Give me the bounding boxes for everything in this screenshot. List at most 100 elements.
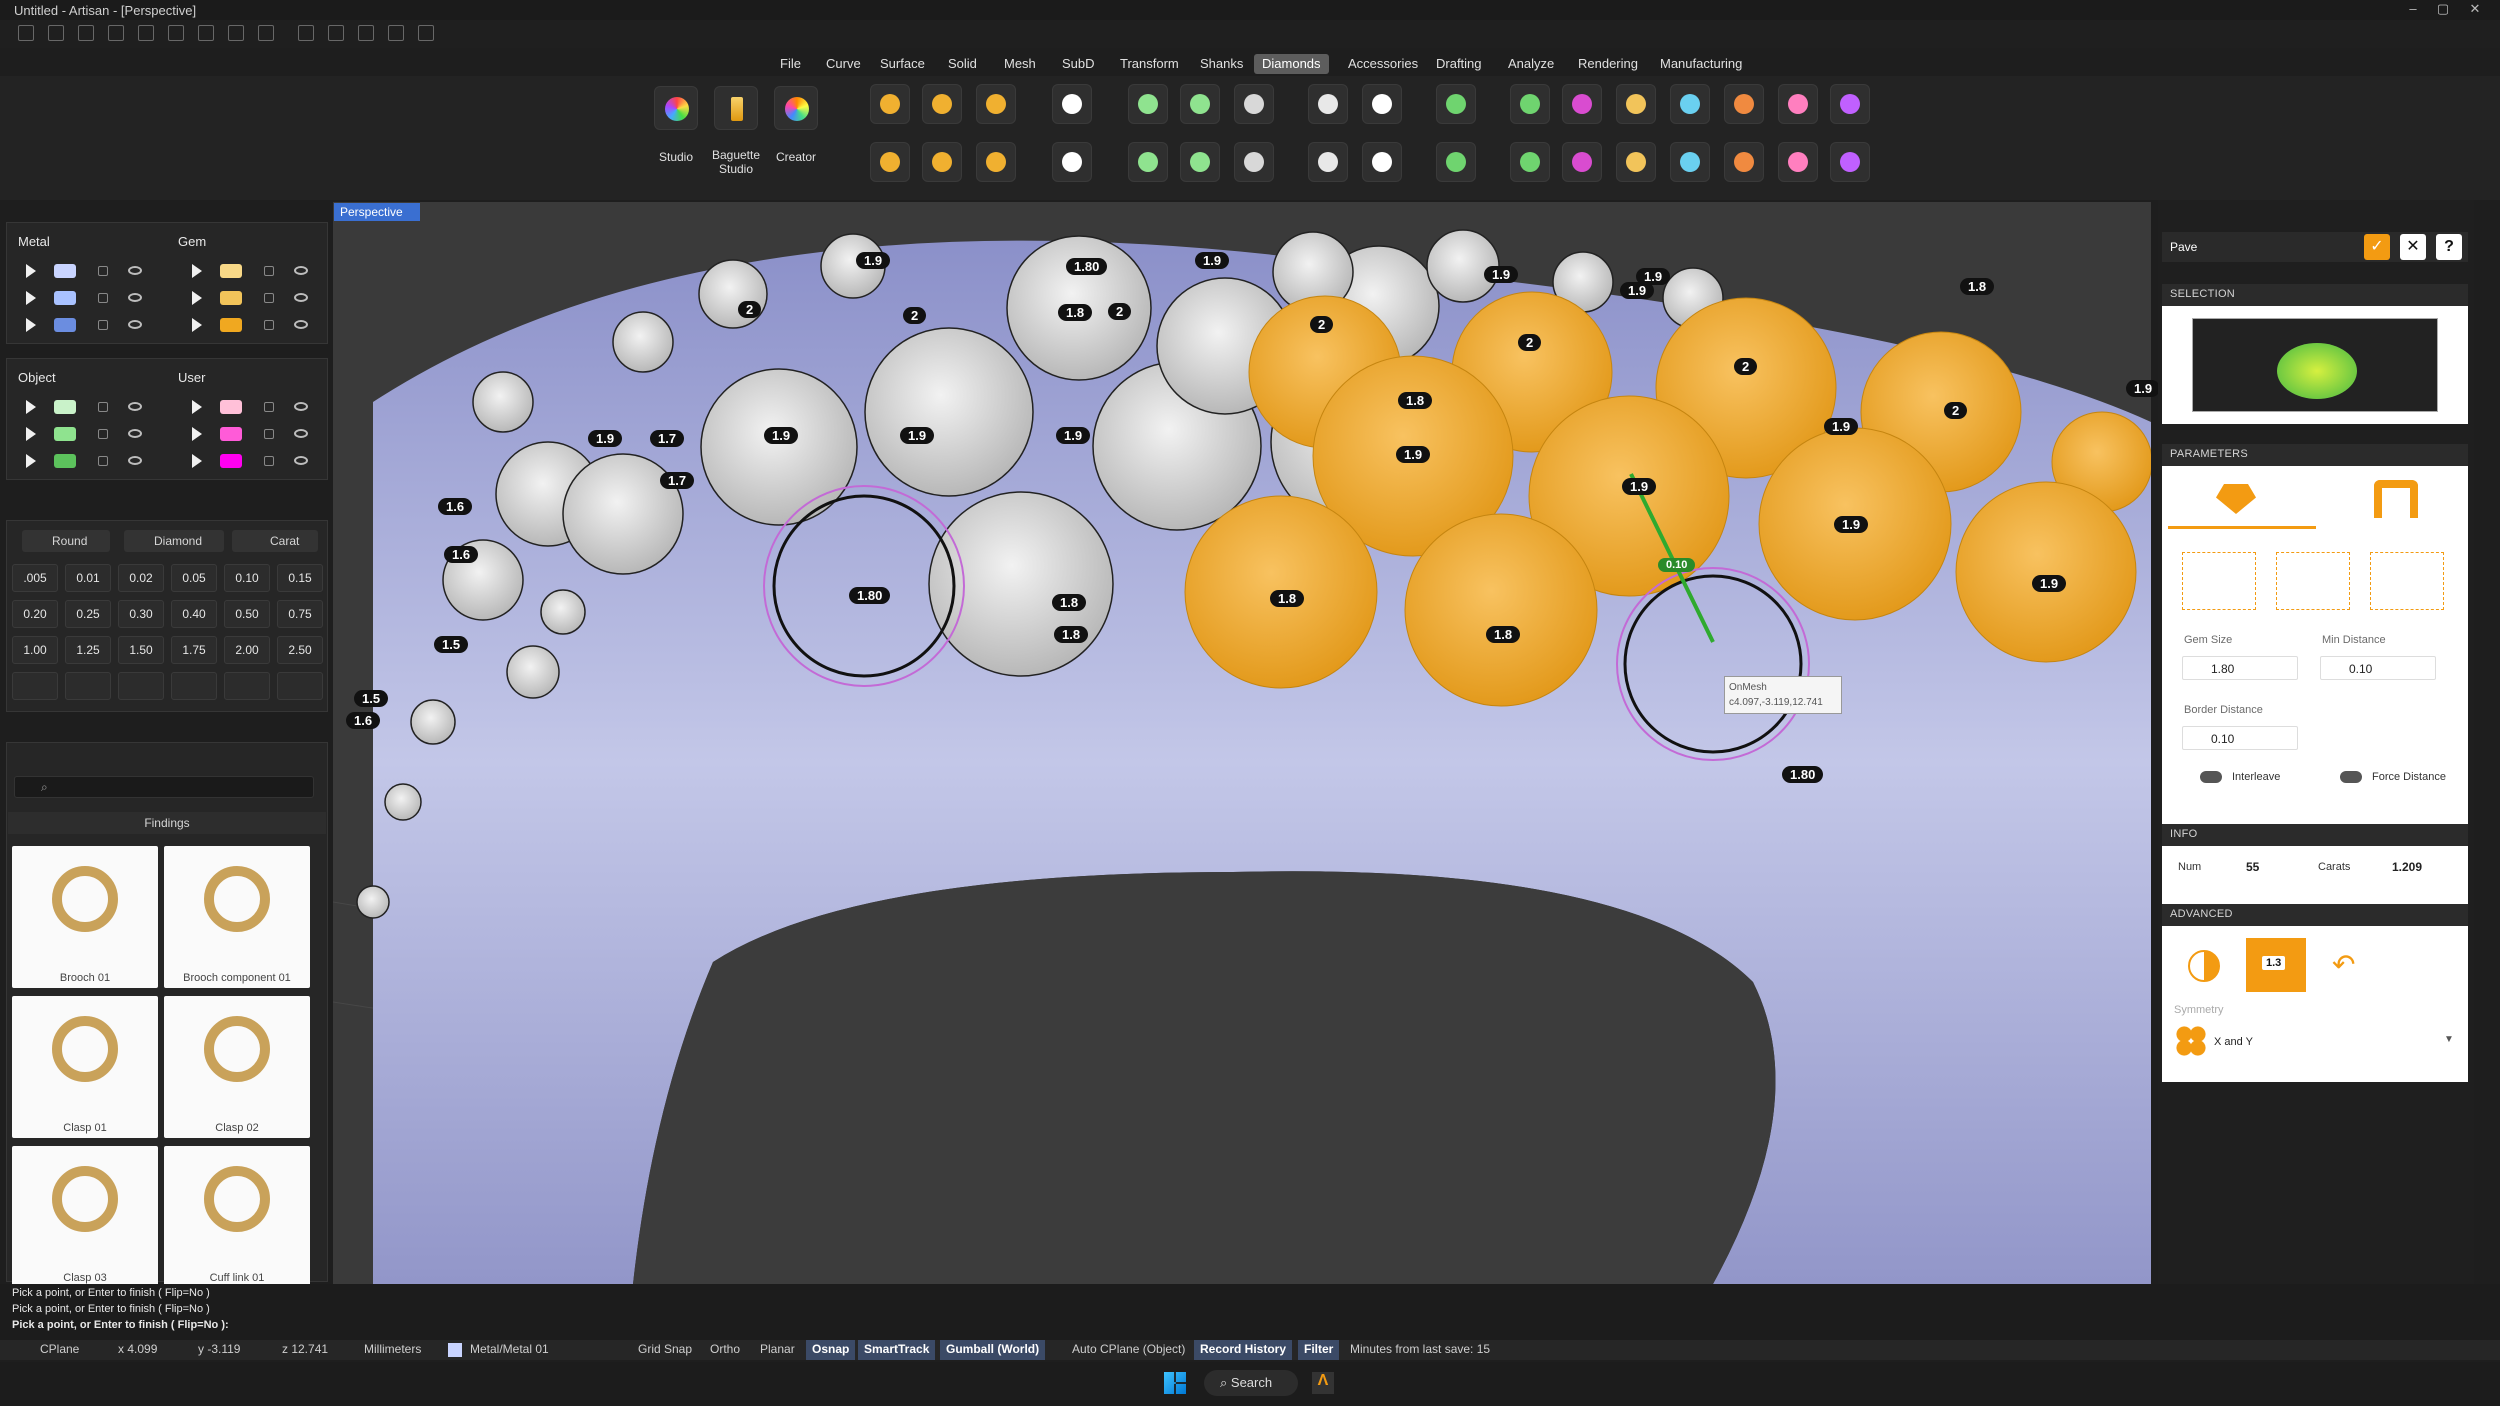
- pave-tool-tool-1[interactable]: [1510, 84, 1550, 124]
- gem-layer-expand-2[interactable]: [192, 291, 202, 305]
- lock-icon[interactable]: [264, 429, 274, 439]
- cross-array-tool-1[interactable]: [976, 84, 1016, 124]
- lock-icon[interactable]: [98, 402, 108, 412]
- gem-size-preset[interactable]: .005: [12, 564, 58, 592]
- menu-curve[interactable]: Curve: [818, 54, 869, 74]
- lock-icon[interactable]: [98, 293, 108, 303]
- menu-rendering[interactable]: Rendering: [1570, 54, 1646, 74]
- gem-size-preset[interactable]: 0.50: [224, 600, 270, 628]
- chevron-down-icon[interactable]: ▼: [2444, 1034, 2454, 1045]
- gem-shape-preset-5[interactable]: [224, 672, 270, 700]
- diamond-view-tool-2[interactable]: [1830, 142, 1870, 182]
- auto-cplane-toggle[interactable]: Auto CPlane (Object): [1072, 1342, 1185, 1356]
- gem-size-input[interactable]: 1.80: [2182, 656, 2298, 680]
- unselected-gem[interactable]: [472, 371, 534, 433]
- eye-icon[interactable]: [294, 456, 308, 465]
- gumball-toggle[interactable]: Gumball (World): [940, 1340, 1046, 1360]
- lock-icon[interactable]: [264, 320, 274, 330]
- gem-size-preset[interactable]: 0.15: [277, 564, 323, 592]
- inspect-tool-1[interactable]: [1670, 84, 1710, 124]
- menu-subd[interactable]: SubD: [1054, 54, 1103, 74]
- info-header[interactable]: INFO: [2162, 824, 2468, 846]
- prong-tool-1[interactable]: [1436, 84, 1476, 124]
- border-distance-input[interactable]: 0.10: [2182, 726, 2298, 750]
- lock-icon[interactable]: [264, 402, 274, 412]
- library-item[interactable]: Brooch component 01: [164, 846, 310, 988]
- save-icon[interactable]: [198, 25, 214, 41]
- menu-diamonds[interactable]: Diamonds: [1254, 54, 1329, 74]
- findings-section-header[interactable]: Findings: [8, 812, 326, 834]
- metal-layer-color-3[interactable]: [54, 318, 76, 332]
- metal-layer-expand-1[interactable]: [26, 264, 36, 278]
- layout-option-1[interactable]: [2182, 552, 2256, 610]
- eye-icon[interactable]: [294, 266, 308, 275]
- spectrum-tool-2[interactable]: [1778, 142, 1818, 182]
- gem-single-tool-2[interactable]: [1052, 142, 1092, 182]
- status-units[interactable]: Millimeters: [364, 1342, 421, 1356]
- spectrum-tool-1[interactable]: [1778, 84, 1818, 124]
- grid-snap-toggle[interactable]: Grid Snap: [638, 1342, 692, 1356]
- cancel-button[interactable]: ✕: [2400, 234, 2426, 260]
- gem-shape-preset-4[interactable]: [171, 672, 217, 700]
- library-item[interactable]: Clasp 01: [12, 996, 158, 1138]
- rainbow-tool-2[interactable]: [1724, 142, 1764, 182]
- gem-layer-color-2[interactable]: [220, 291, 242, 305]
- selected-gem[interactable]: [1404, 513, 1598, 707]
- color-wheel-tool-1[interactable]: [1562, 84, 1602, 124]
- planar-toggle[interactable]: Planar: [760, 1342, 795, 1356]
- line-array-tool-2[interactable]: [870, 142, 910, 182]
- gem-shape-preset-2[interactable]: [65, 672, 111, 700]
- confirm-button[interactable]: ✓: [2364, 234, 2390, 260]
- unselected-gem[interactable]: [356, 885, 390, 919]
- gem-size-preset[interactable]: 0.25: [65, 600, 111, 628]
- cut-dropdown[interactable]: Diamond: [124, 530, 224, 552]
- menu-file[interactable]: File: [772, 54, 809, 74]
- layout-option-3[interactable]: [2370, 552, 2444, 610]
- gem-shape-preset-3[interactable]: [118, 672, 164, 700]
- measure-icon[interactable]: [298, 25, 314, 41]
- library-item[interactable]: Brooch 01: [12, 846, 158, 988]
- artisan-app-icon[interactable]: Λ: [1312, 1372, 1334, 1394]
- gem-shape-preset-6[interactable]: [277, 672, 323, 700]
- menu-manufacturing[interactable]: Manufacturing: [1652, 54, 1750, 74]
- menu-solid[interactable]: Solid: [940, 54, 985, 74]
- channel-tool-2[interactable]: [1616, 142, 1656, 182]
- filter-toggle[interactable]: Filter: [1298, 1340, 1340, 1360]
- metal-layer-expand-3[interactable]: [26, 318, 36, 332]
- selection-preview[interactable]: [2192, 318, 2438, 412]
- cup-tool-1[interactable]: [1180, 84, 1220, 124]
- close-window-button[interactable]: ✕: [2460, 1, 2490, 19]
- lock-icon[interactable]: [264, 293, 274, 303]
- adv-size-button[interactable]: 1.3: [2246, 938, 2306, 992]
- creator-button[interactable]: [774, 86, 818, 130]
- lock-icon[interactable]: [98, 320, 108, 330]
- curve-array-tool-1[interactable]: [922, 84, 962, 124]
- gem-size-preset[interactable]: 0.02: [118, 564, 164, 592]
- menu-analyze[interactable]: Analyze: [1500, 54, 1562, 74]
- library-search-input[interactable]: ⌕: [14, 776, 314, 798]
- selection-header[interactable]: SELECTION: [2162, 284, 2468, 306]
- cup-tool-2[interactable]: [1180, 142, 1220, 182]
- metal-layer-color-1[interactable]: [54, 264, 76, 278]
- redo-icon[interactable]: [168, 25, 184, 41]
- unselected-gem[interactable]: [698, 259, 768, 329]
- gem-size-preset[interactable]: 1.25: [65, 636, 111, 664]
- eye-icon[interactable]: [128, 429, 142, 438]
- symmetry-dropdown[interactable]: X and Y: [2214, 1036, 2253, 1048]
- cluster-tool-1[interactable]: [1308, 84, 1348, 124]
- gem-shape-preset-1[interactable]: [12, 672, 58, 700]
- line-array-tool-1[interactable]: [870, 84, 910, 124]
- shape-dropdown[interactable]: Round: [22, 530, 110, 552]
- open-recent-icon[interactable]: [108, 25, 124, 41]
- cluster-grid-tool-2[interactable]: [1362, 142, 1402, 182]
- channel-mode-icon[interactable]: [2374, 480, 2418, 518]
- metal-layer-expand-2[interactable]: [26, 291, 36, 305]
- cluster-grid-tool-1[interactable]: [1362, 84, 1402, 124]
- eye-icon[interactable]: [128, 402, 142, 411]
- unselected-gem[interactable]: [928, 491, 1114, 677]
- menu-transform[interactable]: Transform: [1112, 54, 1187, 74]
- gem-layer-color-1[interactable]: [220, 264, 242, 278]
- pave-tool-tool-2[interactable]: [1510, 142, 1550, 182]
- save-as-icon[interactable]: [228, 25, 244, 41]
- analyze-icon[interactable]: [328, 25, 344, 41]
